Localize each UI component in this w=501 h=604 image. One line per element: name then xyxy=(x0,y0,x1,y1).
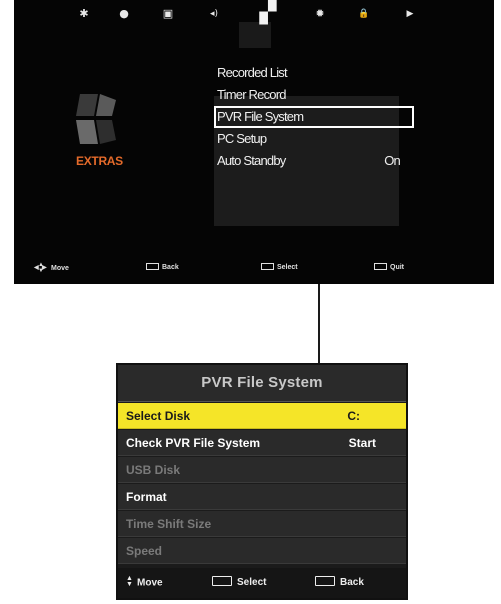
menu-item-auto-standby[interactable]: Auto Standby On xyxy=(214,150,414,172)
select-hint: Select xyxy=(212,576,267,589)
picture-icon[interactable]: ✱ xyxy=(74,6,94,22)
menu-item-label: Recorded List xyxy=(217,65,288,80)
menu-tab-bar: ✱ ● ▣ ◂) ▞ ✹ 🔒 ▶ xyxy=(14,0,494,30)
menu-key-icon xyxy=(315,576,335,587)
extras-graphic-icon xyxy=(76,94,116,144)
back-hint-label: Back xyxy=(340,577,364,588)
callout-connector-line xyxy=(318,284,320,363)
menu-item-label: PC Setup xyxy=(217,131,267,146)
menu-item-label: Auto Standby xyxy=(217,153,286,168)
ok-key-icon xyxy=(261,262,274,270)
select-disk-row[interactable]: Select Disk C: xyxy=(118,403,406,429)
back-hint: Back xyxy=(146,262,179,274)
quit-hint: Quit xyxy=(374,262,404,274)
dialog-title: PVR File System xyxy=(118,365,406,402)
format-row[interactable]: Format xyxy=(118,484,406,510)
extras-menu: Recorded List Timer Record PVR File Syst… xyxy=(214,62,414,172)
move-hint: ▲ ◀ ▶ ▼ Move xyxy=(34,262,69,274)
speed-row: Speed xyxy=(118,538,406,564)
settings-icon[interactable]: ✹ xyxy=(310,6,330,22)
lock-icon[interactable]: 🔒 xyxy=(354,6,374,22)
pvr-file-system-dialog: PVR File System Select Disk C: Check PVR… xyxy=(116,363,408,600)
extras-icon[interactable]: ▞ xyxy=(258,2,278,24)
sound-icon[interactable]: ● xyxy=(114,6,134,22)
source-icon[interactable]: ▶ xyxy=(400,6,420,22)
move-hint-label: Move xyxy=(51,264,69,272)
row-label: Select Disk xyxy=(126,409,191,423)
select-hint: Select xyxy=(261,262,298,274)
ok-key-icon xyxy=(212,576,232,587)
row-label: Time Shift Size xyxy=(126,517,212,531)
row-label: Format xyxy=(126,490,167,504)
up-down-arrows-icon: ▲ ▼ xyxy=(126,575,133,588)
move-hint: ▲ ▼ Move xyxy=(126,575,163,589)
time-shift-size-row: Time Shift Size xyxy=(118,511,406,537)
menu-item-label: PVR File System xyxy=(217,109,304,124)
select-hint-label: Select xyxy=(277,264,298,271)
move-arrows-icon: ▲ ◀ ▶ ▼ xyxy=(34,262,47,274)
check-pvr-file-system-row[interactable]: Check PVR File System Start xyxy=(118,430,406,456)
quit-hint-label: Quit xyxy=(390,264,404,271)
dialog-footer-hints: ▲ ▼ Move Select Back xyxy=(118,568,406,598)
tv-main-menu-screen: ✱ ● ▣ ◂) ▞ ✹ 🔒 ▶ EXTRAS Recorded List Ti… xyxy=(14,0,494,284)
select-disk-value: C: xyxy=(347,409,360,423)
select-hint-label: Select xyxy=(237,577,267,588)
exit-key-icon xyxy=(374,262,387,270)
row-label: USB Disk xyxy=(126,463,181,477)
menu-item-pvr-file-system[interactable]: PVR File System xyxy=(214,106,414,128)
check-start-value: Start xyxy=(348,436,376,450)
back-hint-label: Back xyxy=(162,264,179,271)
row-label: Check PVR File System xyxy=(126,436,261,450)
speaker-icon[interactable]: ◂) xyxy=(204,6,224,22)
menu-item-recorded-list[interactable]: Recorded List xyxy=(214,62,414,84)
usb-disk-row: USB Disk xyxy=(118,457,406,483)
menu-item-pc-setup[interactable]: PC Setup xyxy=(214,128,414,150)
tv-footer-hints: ▲ ◀ ▶ ▼ Move Back Select Quit xyxy=(14,256,494,280)
row-label: Speed xyxy=(126,544,163,558)
menu-key-icon xyxy=(146,262,159,270)
move-hint-label: Move xyxy=(137,577,163,589)
menu-item-timer-record[interactable]: Timer Record xyxy=(214,84,414,106)
back-hint: Back xyxy=(315,576,364,589)
section-label: EXTRAS xyxy=(76,154,123,168)
menu-item-label: Timer Record xyxy=(217,87,286,102)
channel-icon[interactable]: ▣ xyxy=(158,6,178,22)
auto-standby-value: On xyxy=(384,153,401,168)
